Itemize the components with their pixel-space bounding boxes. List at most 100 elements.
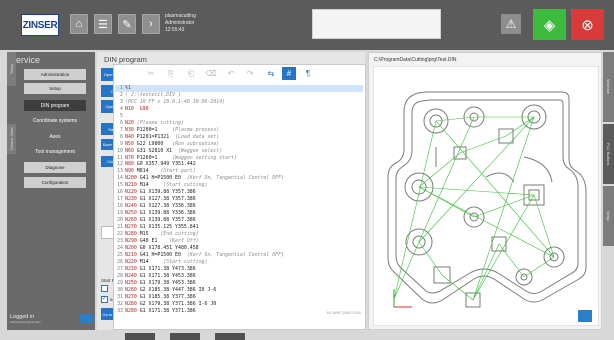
- list-button[interactable]: ☰: [94, 14, 112, 34]
- menu-axes[interactable]: Axes: [24, 131, 86, 142]
- menu-coordinate-systems[interactable]: Coordinate systems: [24, 115, 86, 126]
- code-line[interactable]: 18 N240 G1 X127.38 Y336.386: [115, 203, 363, 210]
- code-keyword: N220: [125, 189, 137, 196]
- code-text: G2 X185.38 Y447.386 I0 J-6: [136, 286, 217, 293]
- code-line[interactable]: 14 N200 G41 H=P1500 E0 (Kerf On, Tangenti…: [115, 175, 363, 182]
- bottom-button-2[interactable]: [170, 333, 200, 340]
- tab-plc-buttons[interactable]: PLC Buttons: [603, 124, 614, 184]
- code-line[interactable]: 28 N240 G1 X171.38 Y453.386: [115, 273, 363, 280]
- undo-icon[interactable]: ↶: [224, 67, 238, 80]
- cutting-preview-canvas[interactable]: [373, 66, 599, 326]
- viewer-resize-button[interactable]: [578, 310, 592, 322]
- code-line[interactable]: 3 (PCC 10 FF v 10.0.1-40 10-06-2014): [115, 99, 363, 106]
- line-number: 30: [117, 286, 123, 293]
- code-line[interactable]: 4 N10 G90: [115, 106, 363, 113]
- user-role: Administrator: [165, 20, 195, 26]
- code-text: G31 S2810 X1: [133, 147, 179, 154]
- start-prog-checkbox-2[interactable]: ✓: [101, 296, 108, 303]
- code-area[interactable]: 1 %1 2( J:\testetit.DIV ) 3 (PCC 10 FF v 10.…: [115, 85, 363, 314]
- code-line[interactable]: 10 N60 G31 S2810 X1 (Waggon select): [115, 148, 363, 155]
- start-button[interactable]: ◈: [533, 9, 566, 40]
- chevron-right-icon: ›: [149, 18, 153, 30]
- code-line[interactable]: 9 N50 G22 L9800 (Run subroutine): [115, 141, 363, 148]
- bottom-button-1[interactable]: [125, 333, 155, 340]
- paste-icon[interactable]: ⎗: [184, 67, 198, 80]
- start-icon: ◈: [543, 16, 556, 34]
- code-comment: (PCC 10 FF v 10.0.1-40 10-06-2014): [125, 98, 226, 105]
- code-line[interactable]: 31 N270 G1 X185.38 Y377.386: [115, 294, 363, 301]
- code-line[interactable]: 1 %1: [115, 85, 363, 92]
- copy-icon[interactable]: ⎘: [164, 67, 178, 80]
- tab-setup[interactable]: Setup: [603, 186, 614, 246]
- code-line[interactable]: 6 N20 (Plasma cutting): [115, 120, 363, 127]
- code-line[interactable]: 29 N250 G1 X179.38 Y453.386: [115, 280, 363, 287]
- code-line[interactable]: 19 N250 G1 X139.88 Y336.386: [115, 210, 363, 217]
- code-comment: (Waggon setting start): [172, 154, 237, 161]
- menu-din-program[interactable]: DIN program: [24, 100, 86, 111]
- menu-configuration[interactable]: Configuration: [24, 177, 86, 188]
- din-editor[interactable]: ✂ ⎘ ⎗ ⌫ ↶ ↷ ⇆ # ¶ 1 %1 2( J:\testetit.DIV …: [113, 64, 366, 330]
- code-keyword: N200: [125, 175, 137, 182]
- code-line[interactable]: 2( J:\testetit.DIV ): [115, 92, 363, 99]
- code-line[interactable]: 22 N280 M15 (End cutting): [115, 231, 363, 238]
- line-number: 16: [117, 189, 123, 196]
- code-line[interactable]: 23 N290 G40 E1 (Kerf Off): [115, 238, 363, 245]
- line-number: 11: [117, 154, 123, 161]
- code-line[interactable]: 24 N200 G0 X178.451 Y480.458: [115, 245, 363, 252]
- code-comment: (Start cutting): [163, 258, 208, 265]
- code-keyword: N270: [125, 224, 137, 231]
- paragraph-icon[interactable]: ¶: [301, 67, 315, 80]
- code-keyword: N250: [125, 279, 137, 286]
- code-line[interactable]: 32 N280 G2 X179.38 Y371.386 I-6 J0: [115, 301, 363, 308]
- redo-icon[interactable]: ↷: [243, 67, 257, 80]
- code-line[interactable]: 8 N40 P1201=P1321 (Load data set): [115, 134, 363, 141]
- delete-icon[interactable]: ⌫: [204, 67, 218, 80]
- chevron-button[interactable]: ›: [142, 14, 160, 34]
- side-tab-device-state[interactable]: Device State: [7, 124, 16, 154]
- start-prog-checkbox-1[interactable]: [101, 285, 108, 292]
- code-line[interactable]: 33 N280 G1 X171.38 Y371.386: [115, 308, 363, 315]
- menu-setup[interactable]: Setup: [24, 83, 86, 94]
- tab-machine[interactable]: Machine: [603, 52, 614, 122]
- line-number: 3: [120, 98, 123, 105]
- din-title: DIN program: [104, 55, 147, 64]
- code-line[interactable]: 17 N230 G1 X127.38 Y357.386: [115, 196, 363, 203]
- code-line[interactable]: 30 N260 G2 X185.38 Y447.386 I0 J-6: [115, 287, 363, 294]
- warning-button[interactable]: ⚠: [501, 14, 521, 34]
- code-line[interactable]: 11 N70 P1260=1 (Waggon setting start): [115, 155, 363, 162]
- code-line[interactable]: 7 N30 P1200=1 (Plasma process): [115, 127, 363, 134]
- line-number: 8: [120, 133, 123, 140]
- bottom-button-3[interactable]: [215, 333, 245, 340]
- code-line[interactable]: 21 N270 G1 X135.125 Y355.841: [115, 224, 363, 231]
- search-replace-icon[interactable]: ⇆: [264, 67, 278, 80]
- keyboard-button[interactable]: [80, 314, 93, 323]
- home-button[interactable]: ⌂: [70, 14, 88, 34]
- wrench-button[interactable]: ✎: [118, 14, 136, 34]
- side-tab-setup[interactable]: Setup: [7, 52, 16, 86]
- menu-tool-management[interactable]: Tool management: [24, 146, 86, 157]
- code-line[interactable]: 16 N220 G1 X139.88 Y357.386: [115, 189, 363, 196]
- code-line[interactable]: 5: [115, 113, 363, 120]
- code-text: G1 X139.88 Y357.386: [136, 189, 196, 196]
- code-line[interactable]: 13 N90 M814 (Start part): [115, 168, 363, 175]
- line-number: 28: [117, 272, 123, 279]
- code-line[interactable]: 20 N260 G1 X139.88 Y357.386: [115, 217, 363, 224]
- code-line[interactable]: 15 N210 M14 (Start cutting): [115, 182, 363, 189]
- code-line[interactable]: 25 N210 G41 H=P1500 E0 (Kerf On, Tangenti…: [115, 252, 363, 259]
- code-line[interactable]: 26 N220 M14 (Start cutting): [115, 259, 363, 266]
- code-comment: (Start part): [160, 168, 196, 175]
- code-line[interactable]: 27 N230 G1 X171.38 Y473.386: [115, 266, 363, 273]
- line-numbers-icon[interactable]: #: [282, 67, 296, 80]
- code-line[interactable]: 12 N80 G0 X357.949 Y351.442: [115, 161, 363, 168]
- line-number: 1: [120, 85, 123, 91]
- code-keyword: N80: [125, 161, 134, 168]
- wrench-icon: ✎: [122, 18, 132, 31]
- code-keyword: N50: [125, 140, 134, 147]
- code-keyword: N270: [125, 293, 137, 300]
- code-text: G1 X185.38 Y377.386: [136, 293, 196, 300]
- cut-icon[interactable]: ✂: [144, 67, 158, 80]
- menu-administration[interactable]: Administration: [24, 69, 86, 80]
- menu-diagnose[interactable]: Diagnose: [24, 162, 86, 173]
- line-number: 21: [117, 224, 123, 231]
- stop-button[interactable]: ⊗: [571, 9, 604, 40]
